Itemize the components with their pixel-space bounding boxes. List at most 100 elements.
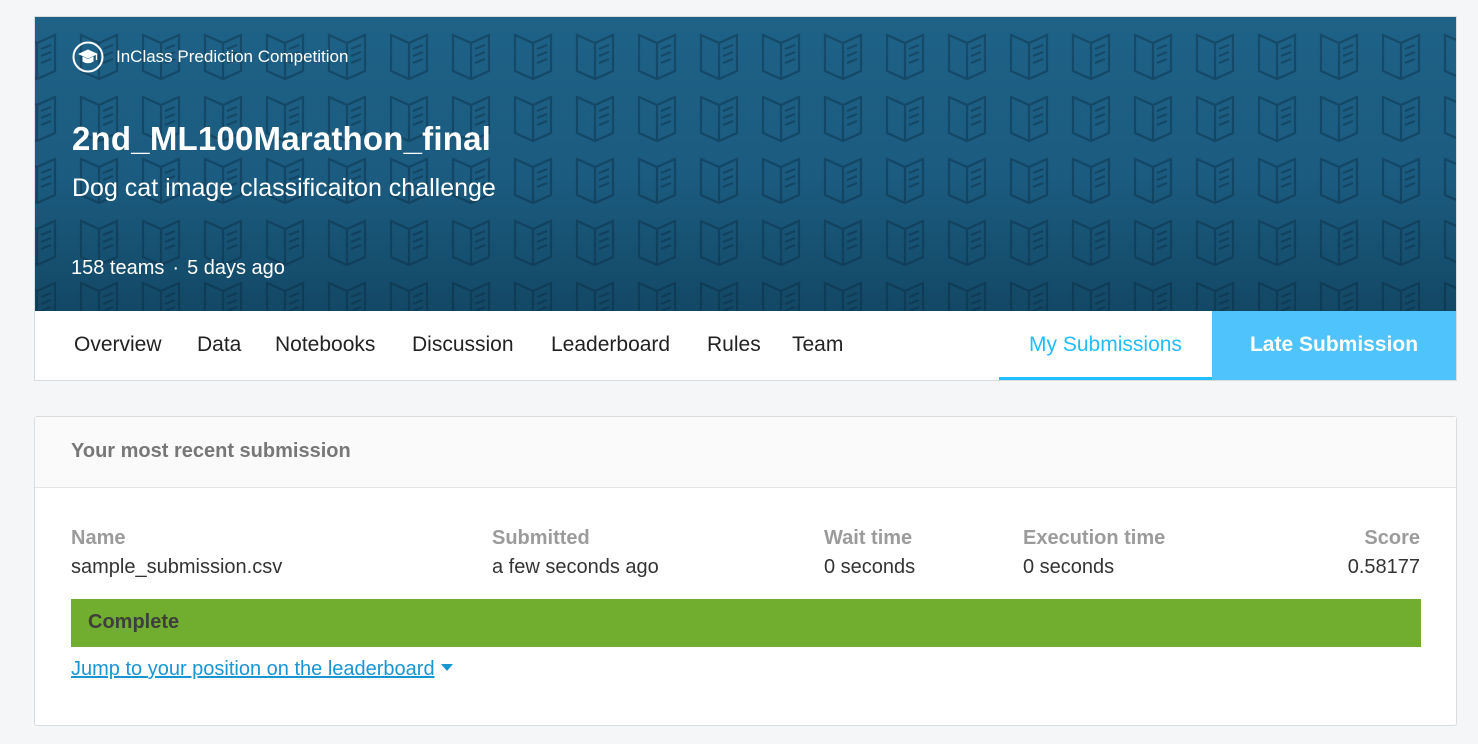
tab-discussion[interactable]: Discussion: [412, 311, 514, 380]
competition-subtitle: Dog cat image classificaiton challenge: [72, 174, 496, 202]
book-pattern-icon: [1133, 219, 1173, 267]
book-pattern-icon: [327, 219, 367, 267]
book-pattern-icon: [761, 95, 801, 143]
tab-leaderboard[interactable]: Leaderboard: [551, 311, 670, 380]
book-pattern-icon: [389, 281, 429, 311]
tab-my-submissions[interactable]: My Submissions: [999, 311, 1212, 380]
book-pattern-icon: [1071, 95, 1111, 143]
book-pattern-icon: [513, 33, 553, 81]
book-pattern-icon: [699, 157, 739, 205]
tab-overview[interactable]: Overview: [74, 311, 162, 380]
jump-to-leaderboard-link[interactable]: Jump to your position on the leaderboard: [71, 658, 453, 681]
book-pattern-icon: [1319, 95, 1359, 143]
book-pattern-icon: [1071, 157, 1111, 205]
competition-type-label: InClass Prediction Competition: [116, 47, 349, 66]
wait-time-label: Wait time: [824, 527, 913, 549]
execution-time-label: Execution time: [1023, 527, 1166, 549]
book-pattern-icon: [1133, 95, 1173, 143]
book-pattern-icon: [1009, 33, 1049, 81]
book-pattern-icon: [575, 219, 615, 267]
book-pattern-icon: [1257, 33, 1297, 81]
book-pattern-icon: [1133, 33, 1173, 81]
book-pattern-icon: [203, 281, 243, 311]
tab-team[interactable]: Team: [792, 311, 843, 380]
competition-meta: 158 teams · 5 days ago: [71, 257, 285, 280]
book-pattern-icon: [823, 157, 863, 205]
book-pattern-icon: [575, 33, 615, 81]
late-submission-button[interactable]: Late Submission: [1212, 311, 1456, 380]
book-pattern-icon: [885, 281, 925, 311]
book-pattern-icon: [35, 95, 57, 143]
book-pattern-icon: [1381, 33, 1421, 81]
wait-time-value: 0 seconds: [824, 556, 916, 578]
book-pattern-icon: [1071, 33, 1111, 81]
competition-header: InClass Prediction Competition 2nd_ML100…: [34, 16, 1457, 381]
book-pattern-icon: [451, 281, 491, 311]
jump-to-leaderboard-label: Jump to your position on the leaderboard: [71, 658, 435, 680]
book-pattern-icon: [1257, 281, 1297, 311]
book-pattern-icon: [1257, 157, 1297, 205]
book-pattern-icon: [141, 281, 181, 311]
book-pattern-icon: [1009, 95, 1049, 143]
book-pattern-icon: [699, 219, 739, 267]
book-pattern-icon: [575, 281, 615, 311]
book-pattern-icon: [1009, 157, 1049, 205]
book-pattern-icon: [761, 281, 801, 311]
book-pattern-icon: [1257, 219, 1297, 267]
submission-status-text: Complete: [88, 611, 180, 633]
submitted-label: Submitted: [492, 527, 590, 549]
competition-type: InClass Prediction Competition: [72, 41, 348, 73]
submission-status-bar: Complete: [71, 599, 1421, 647]
book-pattern-icon: [79, 281, 119, 311]
book-pattern-icon: [451, 219, 491, 267]
book-pattern-icon: [513, 95, 553, 143]
book-pattern-icon: [575, 157, 615, 205]
book-pattern-icon: [1381, 219, 1421, 267]
book-pattern-icon: [513, 157, 553, 205]
book-pattern-icon: [1381, 157, 1421, 205]
book-pattern-icon: [265, 281, 305, 311]
book-pattern-icon: [947, 281, 987, 311]
book-pattern-icon: [637, 33, 677, 81]
book-pattern-icon: [1009, 281, 1049, 311]
book-pattern-icon: [1195, 33, 1235, 81]
book-pattern-icon: [699, 33, 739, 81]
tab-notebooks[interactable]: Notebooks: [275, 311, 375, 380]
book-pattern-icon: [761, 33, 801, 81]
book-pattern-icon: [1381, 281, 1421, 311]
book-pattern-icon: [1443, 281, 1456, 311]
book-pattern-icon: [1071, 219, 1111, 267]
book-pattern-icon: [1133, 157, 1173, 205]
book-pattern-icon: [389, 33, 429, 81]
book-pattern-icon: [761, 219, 801, 267]
book-pattern-icon: [699, 95, 739, 143]
book-pattern-icon: [1195, 95, 1235, 143]
book-pattern-icon: [1071, 281, 1111, 311]
book-pattern-icon: [823, 219, 863, 267]
book-pattern-icon: [35, 281, 57, 311]
book-pattern-icon: [1319, 33, 1359, 81]
graduation-cap-icon: [72, 41, 104, 73]
name-column: Name sample_submission.csv: [71, 524, 282, 582]
recent-submission-header: Your most recent submission: [35, 417, 1456, 488]
score-value: 0.58177: [1347, 556, 1420, 578]
book-pattern-icon: [1319, 281, 1359, 311]
book-pattern-icon: [35, 219, 57, 267]
name-value: sample_submission.csv: [71, 556, 283, 578]
meta-separator: ·: [172, 257, 180, 279]
book-pattern-icon: [1443, 219, 1456, 264]
book-pattern-icon: [35, 33, 57, 81]
recent-submission-card: Your most recent submission Name sample_…: [34, 416, 1457, 726]
book-pattern-icon: [637, 95, 677, 143]
tab-data[interactable]: Data: [197, 311, 241, 380]
page: InClass Prediction Competition 2nd_ML100…: [0, 0, 1478, 744]
book-pattern-icon: [513, 219, 553, 267]
tab-rules[interactable]: Rules: [707, 311, 761, 380]
score-column: Score 0.58177: [1348, 524, 1420, 582]
book-pattern-icon: [1195, 281, 1235, 311]
book-pattern-icon: [513, 281, 553, 311]
recent-submission-title: Your most recent submission: [71, 440, 351, 462]
book-pattern-icon: [823, 95, 863, 143]
book-pattern-icon: [1133, 281, 1173, 311]
score-label: Score: [1364, 527, 1420, 549]
